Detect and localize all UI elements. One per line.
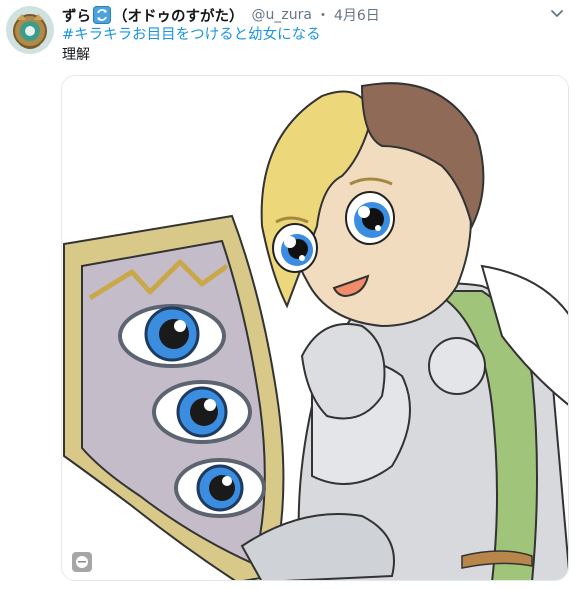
face-eye-right bbox=[345, 191, 395, 245]
display-name-suffix[interactable]: （オドゥのすがた） bbox=[113, 5, 244, 26]
shield-eye-2 bbox=[152, 380, 252, 444]
tweet-date[interactable]: 4月6日 bbox=[334, 5, 380, 25]
illustration bbox=[62, 76, 568, 580]
alt-badge-icon[interactable] bbox=[72, 552, 92, 572]
tweet-text-line-2: 理解 bbox=[62, 47, 90, 63]
user-handle[interactable]: @u_zura bbox=[252, 7, 312, 23]
tweet-text-line-1: #キラキラお目目をつけると幼女になる bbox=[62, 25, 321, 45]
tweet: ずら （オドゥのすがた） @u_zura ・ 4月6日 #キラキラお目目をつける… bbox=[0, 0, 575, 589]
separator-dot: ・ bbox=[315, 8, 330, 24]
chevron-down-icon[interactable] bbox=[549, 6, 565, 20]
cycle-emoji-icon bbox=[93, 6, 111, 24]
display-name[interactable]: ずら bbox=[62, 5, 91, 26]
tweet-media-image[interactable] bbox=[61, 75, 569, 581]
hashtag-link[interactable]: #キラキラお目目をつけると幼女になる bbox=[62, 27, 321, 43]
face-eye-left bbox=[272, 223, 318, 273]
avatar-image bbox=[6, 6, 54, 54]
shield-eye-1 bbox=[118, 304, 226, 368]
tweet-header: ずら （オドゥのすがた） @u_zura ・ 4月6日 bbox=[62, 4, 380, 26]
shield-eye-3 bbox=[174, 458, 266, 518]
avatar[interactable] bbox=[6, 6, 54, 54]
